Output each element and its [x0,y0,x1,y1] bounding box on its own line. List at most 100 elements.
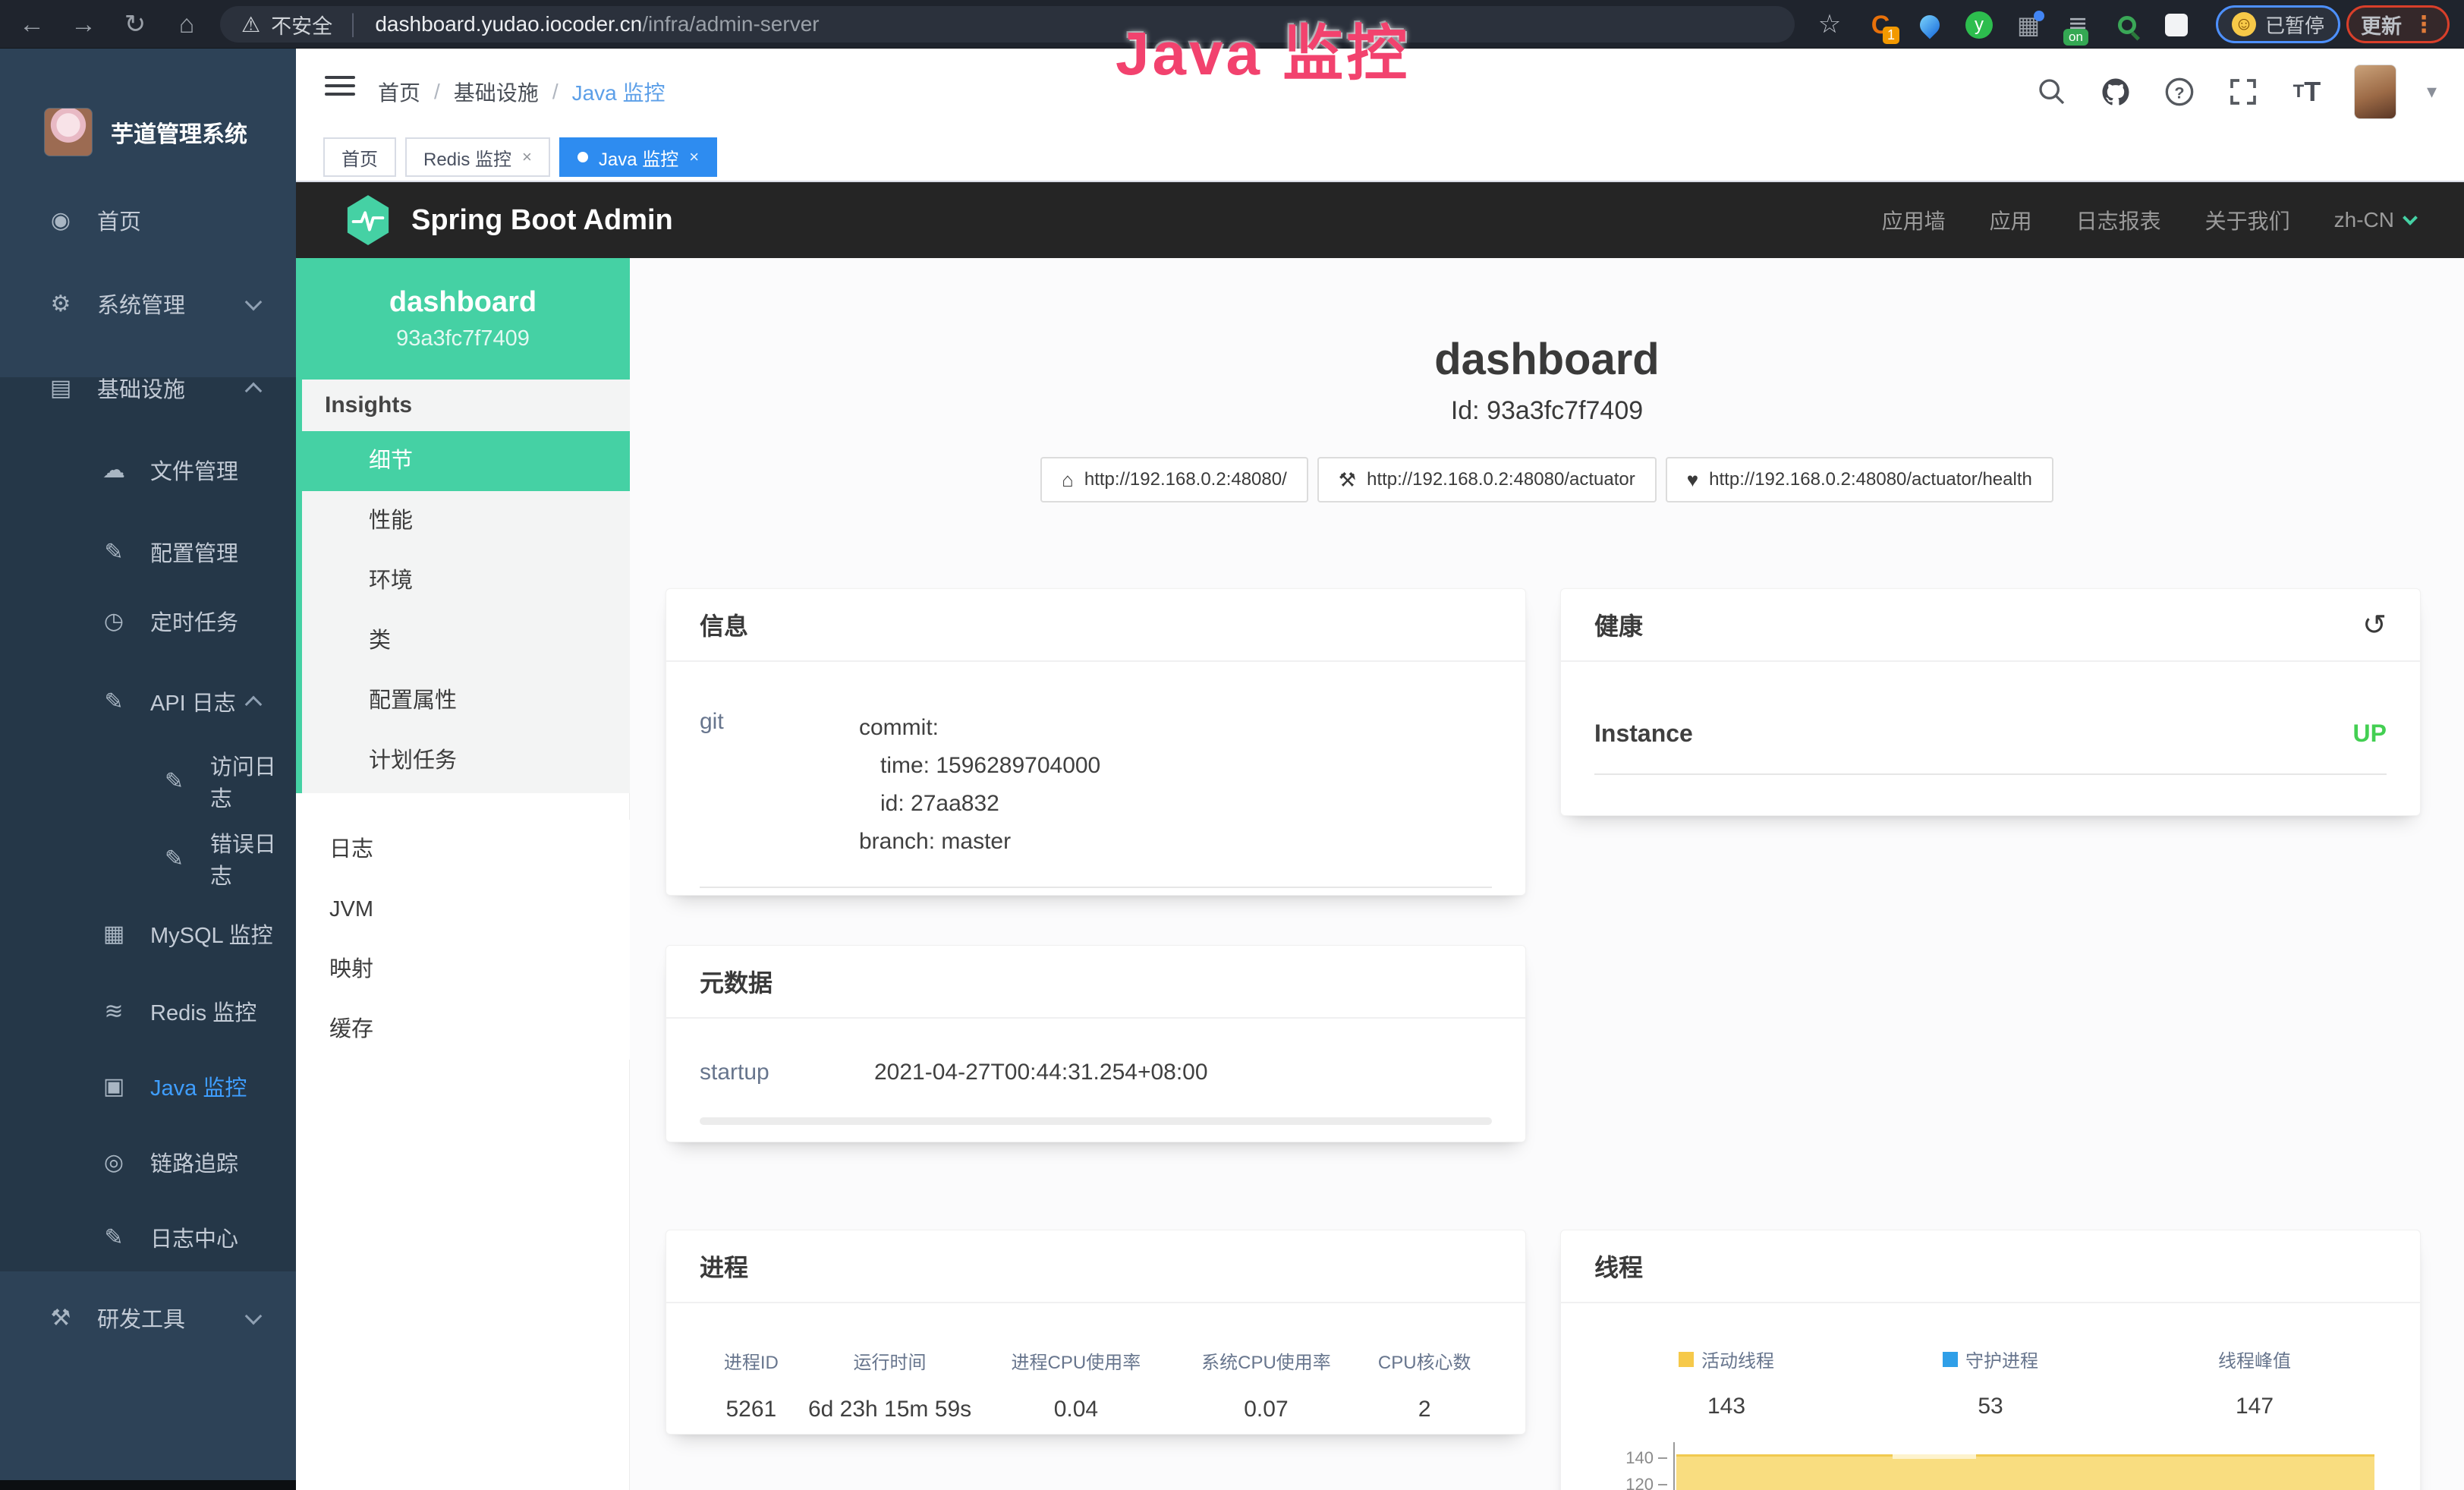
sidebar-item-file-management[interactable]: ☁ 文件管理 [0,439,296,500]
instance-nav-logs[interactable]: 日志 [296,820,630,880]
github-icon[interactable] [2099,75,2132,109]
sidebar-item-error-logs[interactable]: ✎ 错误日志 [0,828,296,889]
smiley-icon: ☺ [2232,12,2256,36]
extension-grid-icon[interactable]: ▦ [2011,8,2046,43]
chart-plot-area [1673,1442,2374,1490]
address-separator: │ [348,13,360,36]
close-icon[interactable]: × [689,147,699,167]
extension-badge: 1 [1883,27,1899,44]
instance-id: 93a3fc7f7409 [396,326,530,351]
user-menu-caret-icon[interactable]: ▾ [2427,80,2437,103]
eye-icon: ◎ [97,1149,131,1176]
user-avatar[interactable] [2354,65,2396,119]
sidebar-item-mysql-monitor[interactable]: ▦ MySQL 监控 [0,903,296,964]
health-url-button[interactable]: ♥ http://192.168.0.2:48080/actuator/heal… [1666,457,2053,502]
health-status-badge: UP [2353,720,2387,748]
y-tick-label: 120 [1594,1475,1654,1490]
sidebar-item-redis-monitor[interactable]: ≋ Redis 监控 [0,981,296,1041]
instance-nav-scheduled-tasks[interactable]: 计划任务 [302,731,630,791]
actuator-url-button[interactable]: ⚒ http://192.168.0.2:48080/actuator [1317,457,1657,502]
sba-brand[interactable]: Spring Boot Admin [345,182,673,258]
instance-nav-config-props[interactable]: 配置属性 [302,671,630,731]
extension-puzzle-icon[interactable] [2159,8,2194,43]
browser-forward-icon[interactable]: → [64,0,103,49]
app-logo [44,108,93,156]
insights-group-label: Insights [302,380,630,431]
sidebar-item-dev-tools[interactable]: ⚒ 研发工具 [0,1287,296,1348]
sidebar-item-system-management[interactable]: ⚙ 系统管理 [0,273,296,334]
metadata-card: 元数据 startup 2021-04-27T00:44:31.254+08:0… [666,945,1526,1142]
font-size-icon[interactable]: TT [2290,75,2324,109]
sidebar-item-access-logs[interactable]: ✎ 访问日志 [0,751,296,811]
sba-nav-applications[interactable]: 应用 [1990,205,2032,235]
browser-home-icon[interactable]: ⌂ [167,0,206,49]
gear-icon: ⚙ [44,291,77,317]
browser-back-icon[interactable]: ← [12,0,52,49]
bookmark-star-icon[interactable]: ☆ [1810,0,1849,49]
insights-group: Insights 细节 性能 环境 类 配置属性 计划任务 [296,380,630,793]
instance-nav-jvm[interactable]: JVM [296,880,630,940]
paused-label: 已暂停 [2265,11,2324,39]
sidebar-item-config-management[interactable]: ✎ 配置管理 [0,521,296,582]
sidebar-item-java-monitor[interactable]: ▣ Java 监控 [0,1056,296,1117]
instance-nav-mappings[interactable]: 映射 [296,940,630,1000]
close-icon[interactable]: × [522,147,532,167]
sidebar-item-label: 链路追踪 [150,1146,238,1178]
sba-nav-journal[interactable]: 日志报表 [2076,205,2161,235]
instance-nav-environment[interactable]: 环境 [302,551,630,611]
breadcrumb-home[interactable]: 首页 [378,77,420,107]
actuator-url: http://192.168.0.2:48080/actuator [1367,469,1635,490]
service-url: http://192.168.0.2:48080/ [1084,469,1287,490]
service-url-button[interactable]: ⌂ http://192.168.0.2:48080/ [1040,457,1308,502]
sidebar-item-label: 系统管理 [97,288,185,320]
instance-title: dashboard [630,334,2464,385]
sba-nav-about[interactable]: 关于我们 [2205,205,2290,235]
tab-home[interactable]: 首页 [323,137,396,177]
health-instance-label[interactable]: Instance [1594,720,1693,748]
sidebar-item-log-center[interactable]: ✎ 日志中心 [0,1207,296,1268]
instance-nav-metrics[interactable]: 性能 [302,491,630,551]
monitor-icon: ▤ [44,375,77,402]
extension-leaf-search-icon[interactable] [2110,8,2145,43]
app-logo-row[interactable]: 芋道管理系统 [44,108,247,156]
svg-text:?: ? [2174,83,2184,102]
address-bar[interactable]: ⚠ 不安全 │ dashboard.yudao.iocoder.cn/infra… [220,6,1795,43]
sba-locale-select[interactable]: zh-CN [2334,208,2415,232]
sidebar-item-label: 配置管理 [150,536,238,568]
browser-menu-icon[interactable]: ⋮ [2412,11,2435,38]
sidebar-bottom-strip [0,1480,296,1490]
sidebar-item-home[interactable]: ◉ 首页 [0,190,296,250]
sidebar-item-infrastructure[interactable]: ▤ 基础设施 [0,358,296,418]
card-title: 元数据 [700,964,773,999]
extension-list-on-icon[interactable]: ≣ on [2060,8,2095,43]
recorder-paused-pill[interactable]: ☺ 已暂停 [2216,5,2340,43]
fullscreen-icon[interactable] [2226,75,2260,109]
chrome-update-button[interactable]: 更新 ⋮ [2346,5,2450,43]
breadcrumb-infrastructure[interactable]: 基础设施 [454,77,539,107]
card-title: 信息 [700,607,748,642]
chevron-down-icon [245,1308,263,1325]
instance-nav-caches[interactable]: 缓存 [296,1000,630,1060]
live-threads-area [1676,1454,2374,1490]
browser-reload-icon[interactable]: ↻ [115,0,155,49]
help-icon[interactable]: ? [2163,75,2196,109]
instance-nav-details[interactable]: 细节 [296,431,630,491]
extension-pin-icon[interactable] [1912,8,1947,43]
sidebar-item-scheduled-tasks[interactable]: ◷ 定时任务 [0,591,296,651]
sidebar-item-api-logs[interactable]: ✎ API 日志 [0,671,296,732]
instance-nav-classes[interactable]: 类 [302,611,630,671]
sidebar-item-trace[interactable]: ◎ 链路追踪 [0,1132,296,1192]
search-icon[interactable] [2035,75,2069,109]
breadcrumb: 首页 / 基础设施 / Java 监控 [378,49,666,134]
legend-value: 143 [1594,1394,1858,1419]
history-icon[interactable]: ↺ [2362,608,2387,642]
tab-java-monitor[interactable]: Java 监控 × [559,137,717,177]
chevron-down-icon [2403,210,2418,225]
extension-green-circle-icon[interactable]: y [1962,8,1997,43]
tab-redis-monitor[interactable]: Redis 监控 × [405,137,550,177]
collapse-menu-icon[interactable] [325,76,355,101]
instance-header[interactable]: dashboard 93a3fc7f7409 [296,258,630,380]
sba-nav-wallboard[interactable]: 应用墙 [1882,205,1946,235]
extension-colorzilla-icon[interactable]: C 1 [1863,8,1898,43]
legend-daemon-swatch [1943,1352,1958,1367]
